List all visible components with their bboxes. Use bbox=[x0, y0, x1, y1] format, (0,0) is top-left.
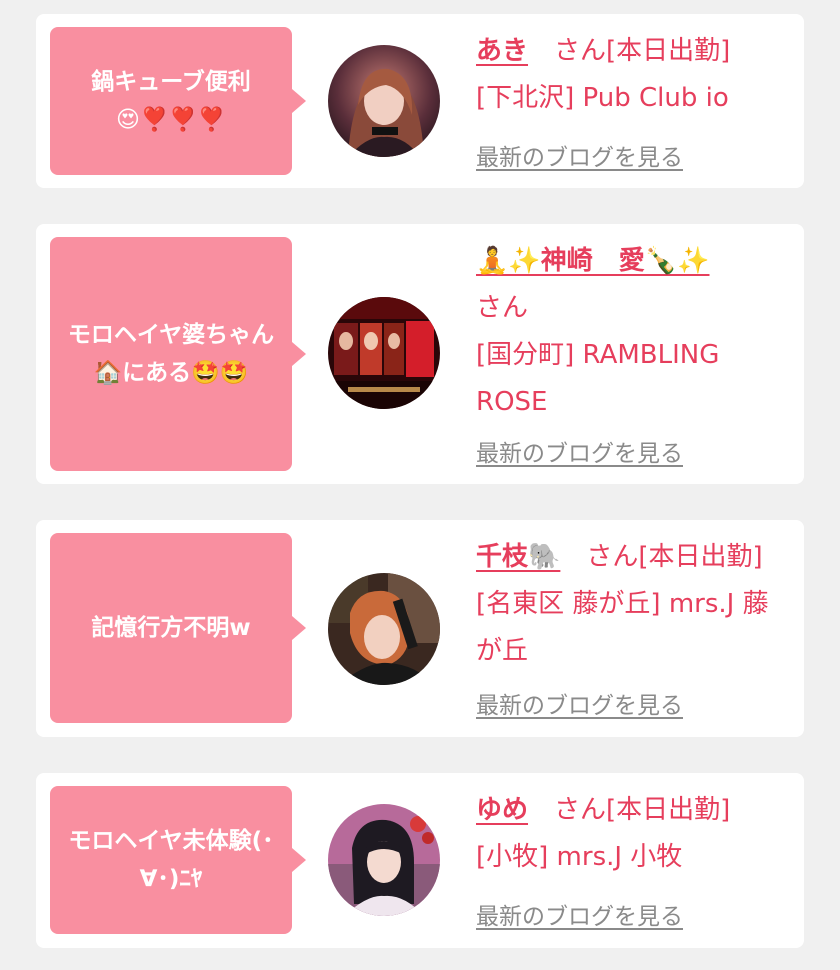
post-info: 🧘✨神崎 愛🍾✨ さん [国分町] RAMBLING ROSE bbox=[476, 238, 796, 426]
post-info: ゆめ さん[本日出勤] [小牧] mrs.J 小牧 bbox=[476, 787, 796, 881]
comment-bubble: モロヘイヤ婆ちゃん🏠にある🤩🤩 bbox=[50, 237, 306, 471]
latest-blog-link[interactable]: 最新のブログを見る bbox=[476, 897, 683, 931]
post-info: 千枝🐘 さん[本日出勤] [名東区 藤が丘] mrs.J 藤が丘 bbox=[476, 534, 796, 675]
event-banner-photo-icon bbox=[328, 297, 440, 409]
comment-bubble: 鍋キューブ便利😍❣️❣️❣️ bbox=[50, 27, 306, 175]
author-status: さん bbox=[476, 293, 529, 323]
author-status: さん[本日出勤] bbox=[554, 795, 731, 825]
author-name[interactable]: 🧘✨神崎 愛🍾✨ bbox=[476, 246, 710, 276]
author-name[interactable]: 千枝🐘 bbox=[476, 542, 560, 572]
latest-blog-link[interactable]: 最新のブログを見る bbox=[476, 686, 683, 720]
comment-bubble: 記憶行方不明w bbox=[50, 533, 306, 723]
avatar[interactable] bbox=[328, 804, 440, 916]
author-name[interactable]: あき bbox=[476, 36, 528, 66]
avatar[interactable] bbox=[328, 573, 440, 685]
post-card: 鍋キューブ便利😍❣️❣️❣️ あき さん[本日出勤] [下北沢] Pub Clu… bbox=[36, 14, 804, 188]
post-info: あき さん[本日出勤] [下北沢] Pub Club io bbox=[476, 28, 796, 122]
avatar[interactable] bbox=[328, 297, 440, 409]
avatar[interactable] bbox=[328, 45, 440, 157]
comment-bubble: モロヘイヤ未体験(･∀･)ﾆﾔ bbox=[50, 786, 306, 934]
post-card: モロヘイヤ婆ちゃん🏠にある🤩🤩 🧘✨神崎 愛🍾✨ さん [国分町] RAMBLI… bbox=[36, 224, 804, 484]
author-name[interactable]: ゆめ bbox=[476, 795, 528, 825]
blog-feed: 鍋キューブ便利😍❣️❣️❣️ あき さん[本日出勤] [下北沢] Pub Clu… bbox=[0, 0, 840, 970]
profile-photo-icon bbox=[328, 573, 440, 685]
author-status: さん[本日出勤] bbox=[586, 542, 763, 572]
post-card: モロヘイヤ未体験(･∀･)ﾆﾔ ゆめ さん[本日出勤] [小牧] mrs.J 小… bbox=[36, 773, 804, 948]
shop-info: [小牧] mrs.J 小牧 bbox=[476, 842, 683, 872]
shop-info: [名東区 藤が丘] mrs.J 藤が丘 bbox=[476, 589, 769, 666]
profile-photo-icon bbox=[328, 45, 440, 157]
author-status: さん[本日出勤] bbox=[554, 36, 731, 66]
latest-blog-link[interactable]: 最新のブログを見る bbox=[476, 434, 683, 468]
latest-blog-link[interactable]: 最新のブログを見る bbox=[476, 138, 683, 172]
profile-photo-icon bbox=[328, 804, 440, 916]
post-card: 記憶行方不明w 千枝🐘 さん[本日出勤] [名東区 藤が丘] mrs.J 藤が丘… bbox=[36, 520, 804, 737]
shop-info: [下北沢] Pub Club io bbox=[476, 83, 729, 113]
shop-info: [国分町] RAMBLING ROSE bbox=[476, 340, 720, 417]
